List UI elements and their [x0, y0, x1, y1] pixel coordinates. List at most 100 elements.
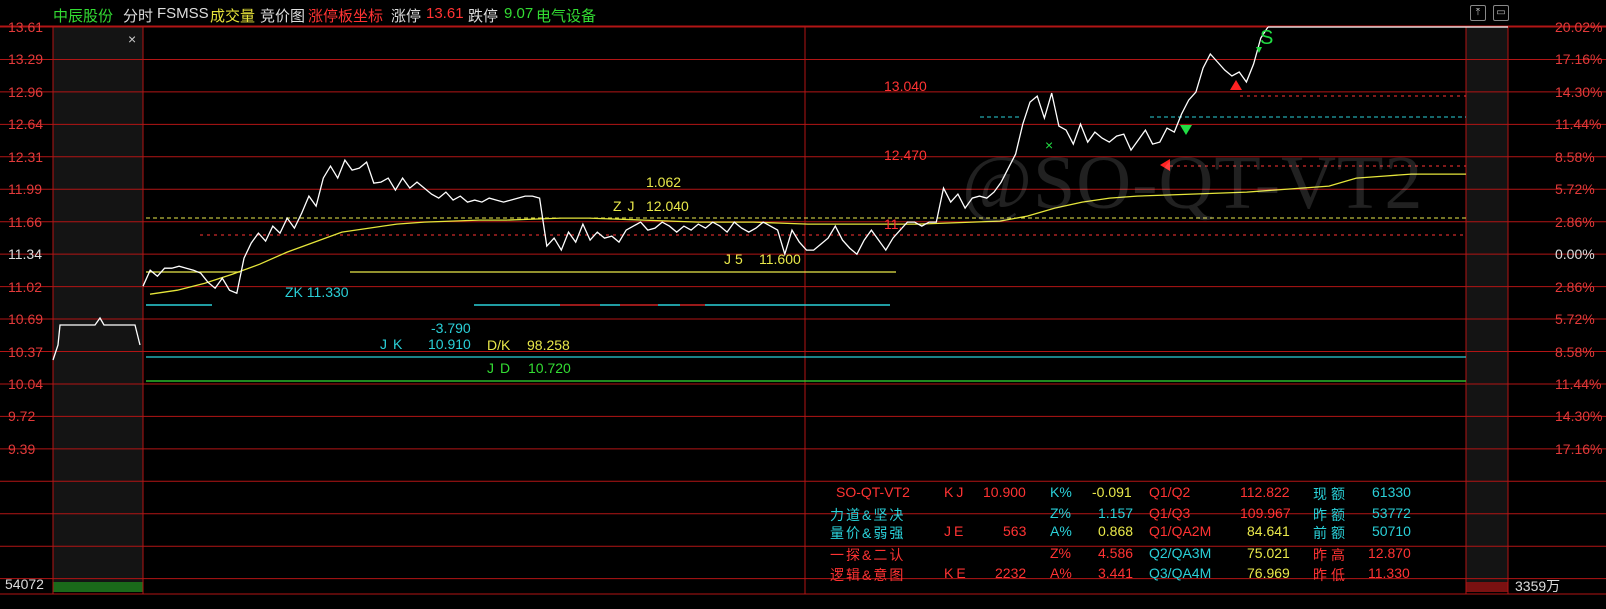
stats-r1-c3: 10.900 — [983, 484, 1026, 500]
stats-r3-c2: JE — [944, 523, 967, 539]
stats-r3-c8: 前额 — [1313, 525, 1349, 541]
left-axis-tick: 10.69 — [8, 311, 44, 328]
zj-label: ZJ — [613, 198, 641, 214]
right-axis-tick: 14.30% — [1555, 83, 1603, 100]
stats-r5-c3: 2232 — [995, 565, 1027, 581]
right-axis-tick: 2.86% — [1555, 278, 1595, 295]
right-axis-tick: 11.44% — [1555, 375, 1602, 392]
left-axis-tick: 12.96 — [8, 83, 44, 100]
stats-r1-c7: 112.822 — [1240, 484, 1290, 500]
mode-label[interactable]: 分时 — [123, 5, 153, 26]
stats-r4-c7: 75.021 — [1247, 545, 1290, 561]
stats-r3-c3: 563 — [1003, 523, 1027, 539]
jk-delta: -3.790 — [431, 320, 471, 336]
limit-down-label: 跌停 — [468, 8, 499, 25]
stats-r3-c7: 84.641 — [1247, 523, 1290, 539]
jk-label: JK — [380, 336, 409, 352]
price-mark-1: 13.040 — [884, 78, 927, 94]
stats-r1-c5: -0.091 — [1092, 484, 1132, 500]
right-axis-tick: 8.58% — [1555, 343, 1595, 360]
stats-r5-c8: 昨低 — [1313, 567, 1349, 583]
stats-r5-c6: Q3/QA4M — [1149, 565, 1212, 581]
limit-up-label: 涨停 — [391, 8, 422, 25]
chart-header-bar: 中辰股份 分时 FSMSS 成交量 竞价图 涨停板坐标 涨停 13.61 跌停 … — [0, 0, 1606, 26]
price-mark-3: 11. — [884, 216, 903, 232]
stats-r5-c2: KE — [944, 565, 969, 581]
expand-icon[interactable]: ⤒ — [1470, 5, 1486, 21]
stats-r4-c9: 12.870 — [1368, 545, 1411, 561]
stats-r1-c8: 现额 — [1313, 486, 1349, 502]
zj-value: 12.040 — [646, 198, 689, 214]
j5-value: 11.600 — [759, 251, 801, 267]
right-axis-tick: 8.58% — [1555, 148, 1595, 165]
green-down-arrow-icon — [1180, 125, 1192, 135]
red-up-arrow-icon — [1230, 80, 1242, 90]
left-axis-tick: 9.72 — [8, 408, 36, 425]
stats-r5-c4: A% — [1050, 565, 1072, 581]
right-axis-tick: 0.00% — [1555, 246, 1595, 263]
jd-label: JD — [487, 360, 517, 376]
left-axis-tick: 10.04 — [8, 375, 44, 392]
stats-r1-c4: K% — [1050, 484, 1072, 500]
stats-r4-c1: 一探&二认 — [830, 547, 906, 563]
post-market-panel — [1466, 27, 1508, 592]
pre-market-panel — [53, 27, 143, 592]
volume-bar-right — [1466, 582, 1508, 592]
stats-r1-c2: KJ — [944, 484, 967, 500]
left-axis-tick: 11.02 — [8, 278, 42, 295]
j5-label: J5 — [724, 251, 747, 267]
watermark: @SO-QT-VT2 — [962, 141, 1424, 225]
right-axis-tick: 5.72% — [1555, 181, 1595, 198]
dk-value: 98.258 — [527, 337, 570, 353]
auction-toggle[interactable]: 竞价图 — [260, 5, 305, 26]
left-axis-tick: 11.34 — [8, 246, 42, 263]
left-axis-tick: 12.31 — [8, 148, 44, 165]
stats-r1-c9: 61330 — [1372, 484, 1411, 500]
jd-value: 10.720 — [528, 360, 571, 376]
stats-r2-c1: 力道&坚决 — [830, 507, 906, 523]
stats-r2-c8: 昨额 — [1313, 507, 1349, 523]
right-axis-tick: 14.30% — [1555, 408, 1603, 425]
stock-name[interactable]: 中辰股份 — [53, 5, 113, 26]
stats-r4-c5: 4.586 — [1098, 545, 1134, 561]
right-axis-tick: 11.44% — [1555, 116, 1602, 133]
volume-toggle[interactable]: 成交量 — [210, 5, 255, 26]
volume-left-value: 54072 — [5, 576, 44, 592]
stats-r3-c1: 量价&弱强 — [830, 525, 906, 541]
stats-r2-c5: 1.157 — [1098, 505, 1134, 521]
stats-r3-c4: A% — [1050, 523, 1072, 539]
right-axis-tick: 17.16% — [1555, 51, 1603, 68]
stats-r1-c1: SO-QT-VT2 — [836, 484, 910, 500]
left-axis-tick: 13.61 — [8, 19, 44, 35]
intraday-chart-window[interactable]: × 中辰股份 分时 FSMSS 成交量 竞价图 涨停板坐标 涨停 13.61 跌… — [0, 0, 1606, 609]
price-chart-canvas[interactable]: × — [0, 0, 1606, 609]
sell-signal-label: S — [1260, 27, 1274, 49]
limit-coord-toggle[interactable]: 涨停板坐标 — [308, 5, 383, 26]
grid-lines — [0, 25, 1606, 595]
right-axis-tick: 2.86% — [1555, 213, 1595, 230]
price-mark-2: 12.470 — [884, 147, 927, 163]
left-axis-tick: 12.64 — [8, 116, 44, 133]
left-axis-tick: 11.66 — [8, 213, 42, 230]
restore-icon[interactable]: ▭ — [1493, 5, 1509, 21]
stats-r3-c9: 50710 — [1372, 523, 1411, 539]
stats-r2-c9: 53772 — [1372, 505, 1411, 521]
limit-down-value: 9.07 — [504, 5, 534, 22]
stats-r1-c6: Q1/Q2 — [1149, 484, 1191, 500]
right-axis-tick: 20.02% — [1555, 19, 1603, 35]
sector-label[interactable]: 电气设备 — [536, 5, 596, 26]
stats-r5-c9: 11.330 — [1368, 565, 1410, 581]
right-axis-tick: 5.72% — [1555, 311, 1595, 328]
stats-r5-c1: 逻辑&意图 — [830, 567, 906, 583]
right-axis-tick: 17.16% — [1555, 440, 1603, 457]
volume-bar-left — [53, 582, 143, 592]
left-axis-tick: 13.29 — [8, 51, 44, 68]
zk-label: ZK 11.330 — [285, 284, 349, 300]
stats-r2-c6: Q1/Q3 — [1149, 505, 1191, 521]
left-axis-tick: 10.37 — [8, 343, 44, 360]
indicator-label[interactable]: FSMSS — [157, 5, 209, 22]
stats-r5-c5: 3.441 — [1098, 565, 1134, 581]
stats-r4-c8: 昨高 — [1313, 547, 1349, 563]
close-icon[interactable]: × — [128, 31, 136, 47]
stats-r2-c7: 109.967 — [1240, 505, 1291, 521]
